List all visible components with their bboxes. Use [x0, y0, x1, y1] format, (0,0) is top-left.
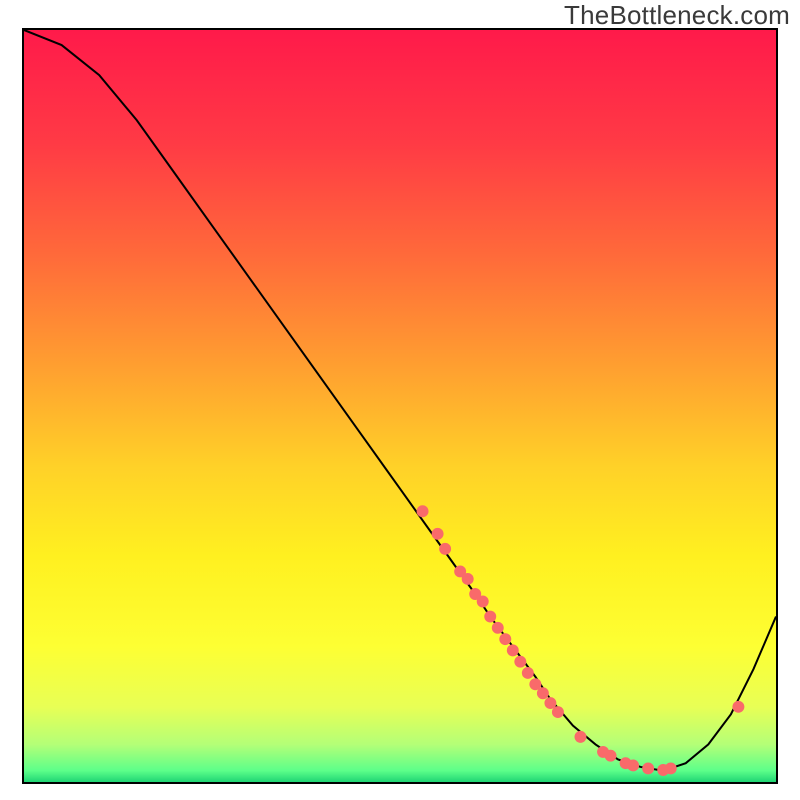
data-point-marker: [432, 528, 444, 540]
data-point-marker: [522, 667, 534, 679]
data-point-marker: [417, 505, 429, 517]
data-point-marker: [575, 731, 587, 743]
data-point-marker: [732, 701, 744, 713]
data-point-marker: [605, 750, 617, 762]
data-point-marker: [477, 596, 489, 608]
data-point-marker: [484, 611, 496, 623]
data-point-marker: [499, 633, 511, 645]
bottleneck-curve: [24, 30, 776, 771]
data-point-marker: [492, 622, 504, 634]
data-point-marker: [642, 762, 654, 774]
data-point-marker: [537, 687, 549, 699]
data-point-marker: [665, 762, 677, 774]
attribution-text: TheBottleneck.com: [564, 0, 790, 31]
data-point-marker: [627, 759, 639, 771]
data-point-marker: [507, 644, 519, 656]
data-point-marker: [439, 543, 451, 555]
data-point-marker: [462, 573, 474, 585]
data-point-marker: [552, 706, 564, 718]
data-point-marker: [514, 656, 526, 668]
chart-plot-area: [22, 28, 778, 784]
chart-curve-layer: [24, 30, 776, 782]
